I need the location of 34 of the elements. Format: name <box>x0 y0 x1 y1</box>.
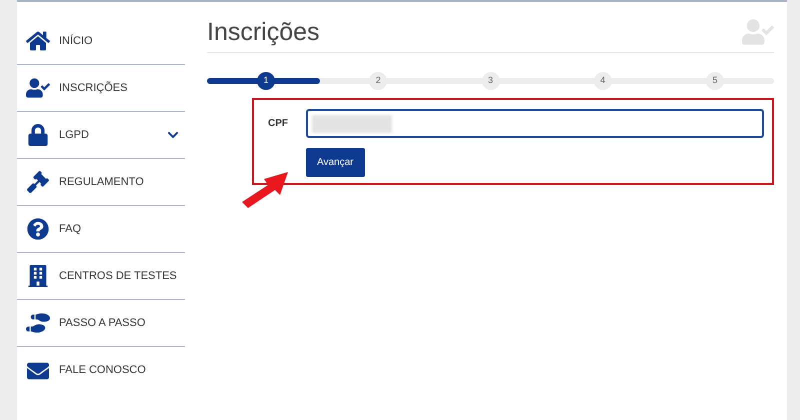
sidebar-label: INÍCIO <box>59 34 94 49</box>
field-label: CPF <box>268 117 289 131</box>
sidebar-label: PASSO A PASSO <box>59 316 146 331</box>
sidebar-item[interactable]: CENTROS DE TESTES <box>17 253 185 300</box>
user-check-icon <box>26 77 50 99</box>
advance-button[interactable]: Avançar <box>306 148 365 177</box>
chevron-icon[interactable] <box>167 129 179 141</box>
sidebar-item[interactable]: INÍCIO <box>17 18 185 65</box>
sidebar-item[interactable]: INSCRIÇÕES <box>17 65 185 112</box>
sidebar-item[interactable]: REGULAMENTO <box>17 159 185 206</box>
footprints-icon <box>26 312 50 334</box>
sidebar-label: FAQ <box>59 222 82 237</box>
house-icon <box>26 30 50 52</box>
page-title: Inscrições <box>207 17 320 48</box>
step-marker[interactable]: 1 <box>256 72 275 90</box>
sidebar-label: INSCRIÇÕES <box>59 80 128 96</box>
lock-icon <box>26 124 50 146</box>
sidebar-item[interactable]: FALE CONOSCO <box>17 347 185 394</box>
step-marker[interactable]: 4 <box>594 72 612 90</box>
question-icon <box>26 218 50 240</box>
step-marker[interactable]: 5 <box>706 72 724 90</box>
user-check-icon <box>742 19 774 45</box>
sidebar-label: REGULAMENTO <box>59 174 145 190</box>
cpf-field[interactable] <box>306 109 764 138</box>
step-marker[interactable]: 2 <box>369 72 388 90</box>
sidebar-label: LGPD <box>59 128 90 143</box>
sidebar-item[interactable]: PASSO A PASSO <box>17 300 185 347</box>
sidebar-item[interactable]: LGPD <box>17 112 185 159</box>
step-marker[interactable]: 3 <box>482 72 500 90</box>
gavel-icon <box>26 171 50 193</box>
sidebar-label: FALE CONOSCO <box>59 363 147 378</box>
sidebar-item[interactable]: FAQ <box>17 206 185 253</box>
sidebar-label: CENTROS DE TESTES <box>59 268 178 284</box>
building-icon <box>26 265 50 287</box>
